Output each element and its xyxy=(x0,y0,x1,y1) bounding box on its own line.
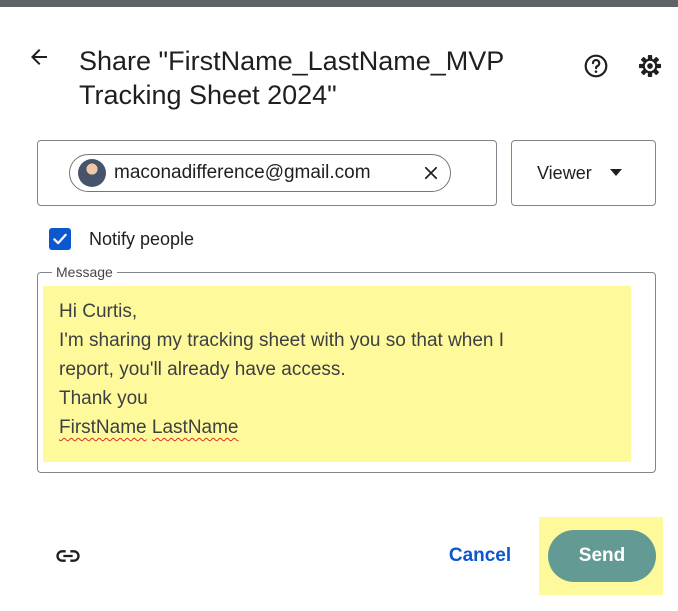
signature-last-name: LastName xyxy=(151,417,239,438)
message-label: Message xyxy=(52,264,117,280)
recipient-chip[interactable]: maconadifference@gmail.com xyxy=(69,154,451,192)
help-button[interactable] xyxy=(580,50,612,82)
message-text: Hi Curtis, I'm sharing my tracking sheet… xyxy=(59,297,504,442)
message-field[interactable]: Message Hi Curtis, I'm sharing my tracki… xyxy=(37,264,656,473)
notify-people-checkbox[interactable] xyxy=(49,228,71,250)
message-line: report, you'll already have access. xyxy=(59,359,346,380)
avatar xyxy=(78,159,106,187)
notify-people-row: Notify people xyxy=(49,228,194,250)
recipients-input[interactable]: maconadifference@gmail.com xyxy=(37,140,497,206)
copy-link-button[interactable] xyxy=(49,537,87,575)
link-icon xyxy=(56,550,80,562)
cancel-button[interactable]: Cancel xyxy=(441,534,519,578)
checkmark-icon xyxy=(53,233,67,245)
notify-people-label: Notify people xyxy=(89,228,195,249)
signature-first-name: FirstName xyxy=(59,417,147,438)
message-line: Hi Curtis, xyxy=(59,301,138,322)
back-button[interactable] xyxy=(22,40,56,74)
remove-recipient-button[interactable] xyxy=(422,164,440,182)
role-selected-value: Viewer xyxy=(537,162,592,183)
message-line: I'm sharing my tracking sheet with you s… xyxy=(59,330,505,351)
message-signature: FirstName LastName xyxy=(59,413,504,442)
window-top-bar xyxy=(0,0,678,7)
message-line: Thank you xyxy=(59,388,148,409)
arrow-back-icon xyxy=(31,49,47,65)
help-icon xyxy=(584,54,608,78)
role-dropdown[interactable]: Viewer xyxy=(511,140,656,206)
caret-down-icon xyxy=(609,169,622,177)
dialog-title: Share "FirstName_LastName_MVP Tracking S… xyxy=(79,46,504,110)
settings-button[interactable] xyxy=(634,50,666,82)
recipient-email: maconadifference@gmail.com xyxy=(114,162,371,183)
send-button[interactable]: Send xyxy=(548,530,656,582)
gear-icon xyxy=(638,54,662,78)
close-icon xyxy=(424,166,438,180)
